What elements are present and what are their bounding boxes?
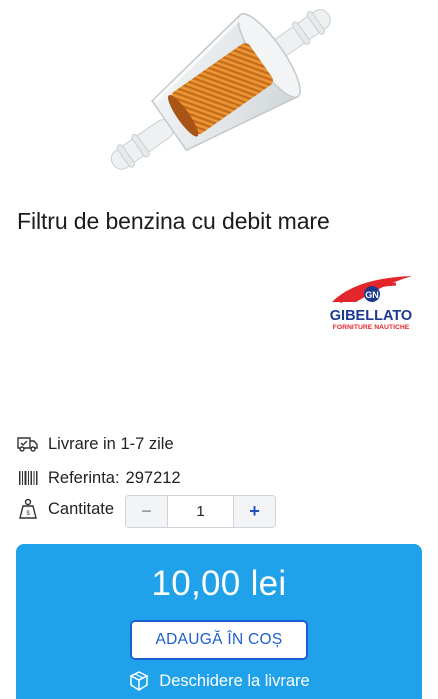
reference-label: Referinta:	[48, 468, 120, 487]
truck-icon	[16, 432, 40, 456]
quantity-label: Cantitate	[48, 499, 115, 518]
buy-box: 10,00 lei ADAUGĂ ÎN COȘ Deschidere la li…	[16, 544, 422, 699]
open-delivery-text: Deschidere la livrare	[159, 671, 310, 690]
svg-text:GIBELLATO: GIBELLATO	[330, 308, 412, 324]
delivery-text: Livrare in 1-7 zile	[48, 434, 174, 453]
brand-logo: GN GIBELLATO FORNITURE NAUTICHE	[326, 272, 416, 332]
reference-value: 297212	[125, 468, 181, 487]
svg-text:GN: GN	[365, 290, 379, 300]
weight-icon: $	[16, 497, 40, 521]
add-to-cart-button[interactable]: ADAUGĂ ÎN COȘ	[130, 620, 308, 660]
price: 10,00 lei	[151, 564, 287, 603]
svg-text:$: $	[26, 511, 30, 517]
barcode-icon	[16, 466, 40, 490]
quantity-value[interactable]: 1	[168, 496, 233, 527]
product-image	[80, 0, 360, 175]
reference-info: Referinta: 297212	[16, 466, 181, 490]
decrease-quantity-button[interactable]: −	[126, 496, 168, 527]
delivery-info: Livrare in 1-7 zile	[16, 432, 174, 456]
svg-text:FORNITURE NAUTICHE: FORNITURE NAUTICHE	[333, 324, 410, 331]
package-icon	[128, 670, 150, 692]
open-on-delivery: Deschidere la livrare	[16, 670, 422, 692]
increase-quantity-button[interactable]: +	[233, 496, 275, 527]
quantity-info: $ Cantitate	[16, 497, 114, 521]
product-title: Filtru de benzina cu debit mare	[17, 208, 330, 234]
quantity-stepper[interactable]: − 1 +	[125, 495, 276, 528]
